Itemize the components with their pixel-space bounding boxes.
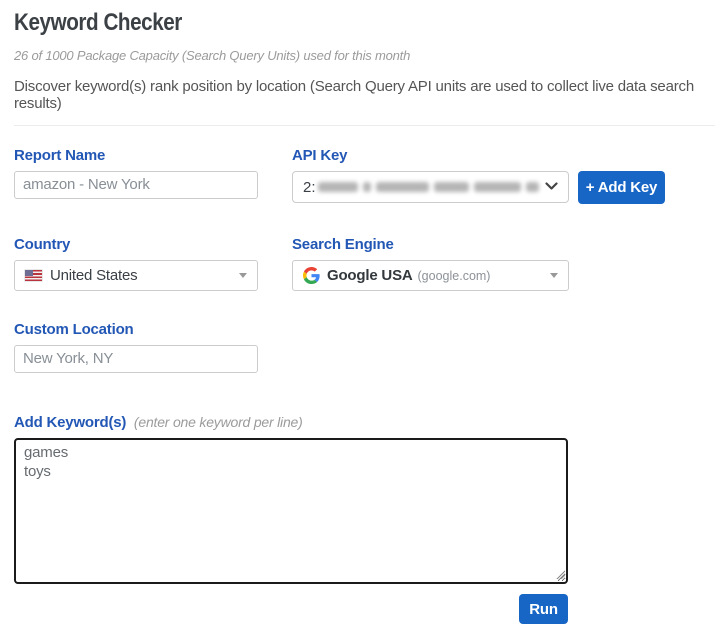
page-title: Keyword Checker (14, 9, 617, 37)
package-usage-note: 26 of 1000 Package Capacity (Search Quer… (14, 48, 715, 63)
row-custom-location: Custom Location (14, 321, 715, 373)
report-name-field-group: Report Name (14, 147, 258, 199)
row-country-engine: Country United States Search Engine Goog… (14, 236, 715, 291)
keywords-label-text: Add Keyword(s) (14, 414, 126, 431)
report-name-label: Report Name (14, 147, 258, 165)
custom-location-input[interactable] (14, 345, 258, 373)
country-select[interactable]: United States (14, 260, 258, 291)
divider (14, 125, 715, 126)
keyword-checker-page: Keyword Checker 26 of 1000 Package Capac… (0, 0, 715, 624)
caret-down-icon (239, 273, 247, 278)
keywords-section: Add Keyword(s) (enter one keyword per li… (14, 413, 715, 624)
api-key-controls: 2: + Add Key (292, 171, 665, 204)
country-value: United States (50, 267, 137, 284)
search-engine-value: Google USA (327, 267, 413, 284)
search-engine-field-group: Search Engine Google USA (google.com) (292, 236, 569, 291)
api-key-select[interactable]: 2: (292, 171, 569, 203)
chevron-down-icon (545, 178, 558, 196)
run-button-row: Run (14, 594, 568, 624)
keywords-label: Add Keyword(s) (enter one keyword per li… (14, 413, 715, 432)
search-engine-select[interactable]: Google USA (google.com) (292, 260, 569, 291)
keywords-textarea-wrap: games toys (14, 438, 568, 584)
keywords-hint: (enter one keyword per line) (130, 414, 302, 430)
report-name-input[interactable] (14, 171, 258, 199)
custom-location-field-group: Custom Location (14, 321, 258, 373)
keywords-textarea[interactable]: games toys (14, 438, 568, 584)
run-button[interactable]: Run (519, 594, 568, 624)
country-field-group: Country United States (14, 236, 258, 291)
api-key-value-prefix: 2: (303, 179, 316, 196)
country-label: Country (14, 236, 258, 254)
add-key-button[interactable]: + Add Key (578, 171, 665, 204)
api-key-label: API Key (292, 147, 665, 165)
search-engine-label: Search Engine (292, 236, 569, 254)
google-logo-icon (303, 267, 320, 284)
api-key-redacted-value (318, 182, 539, 192)
api-key-field-group: API Key 2: + Add Key (292, 147, 665, 204)
search-engine-domain: (google.com) (418, 269, 491, 283)
page-description: Discover keyword(s) rank position by loc… (14, 78, 715, 112)
caret-down-icon (550, 273, 558, 278)
custom-location-label: Custom Location (14, 321, 258, 339)
row-report-api: Report Name API Key 2: + Add Key (14, 147, 715, 204)
us-flag-icon (25, 270, 42, 281)
